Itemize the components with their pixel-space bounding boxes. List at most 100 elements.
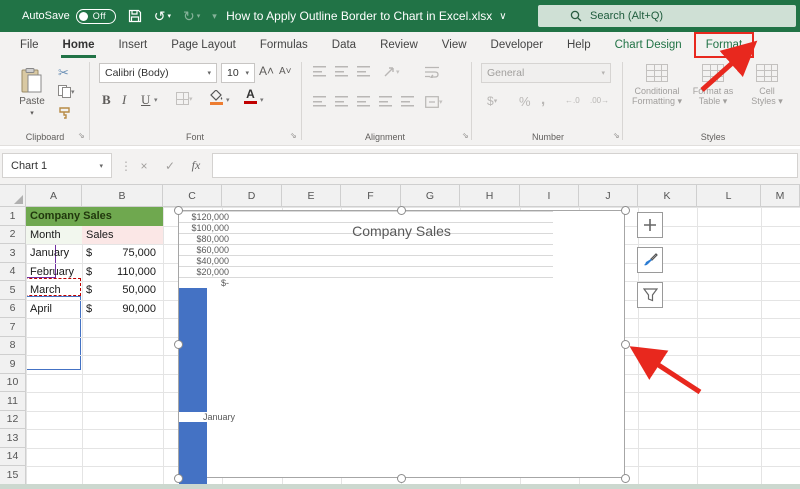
font-name-select[interactable]: Calibri (Body)▾	[99, 63, 217, 83]
cell-a1-company-sales[interactable]: Company Sales	[26, 207, 163, 226]
font-dialog-launcher[interactable]: ⇘	[290, 131, 297, 140]
italic-button[interactable]: I	[122, 92, 126, 108]
cell-sales-value[interactable]: 50,000	[100, 281, 160, 300]
chart-selection-handle[interactable]	[174, 340, 183, 349]
column-header-d[interactable]: D	[222, 185, 282, 207]
save-icon[interactable]	[128, 9, 142, 23]
cell-sales-value[interactable]: 90,000	[100, 300, 160, 319]
chart-selection-handle[interactable]	[174, 474, 183, 483]
row-header-6[interactable]: 6	[0, 300, 26, 319]
center-button[interactable]	[335, 96, 348, 107]
tab-data[interactable]: Data	[320, 32, 368, 58]
chart-filters-button[interactable]	[637, 282, 663, 308]
align-right-button[interactable]	[357, 96, 370, 107]
tab-insert[interactable]: Insert	[106, 32, 159, 58]
search-input[interactable]: Search (Alt+Q)	[538, 5, 796, 27]
formula-input[interactable]	[212, 153, 798, 178]
underline-button[interactable]: U	[141, 92, 150, 108]
chart-selection-handle[interactable]	[397, 474, 406, 483]
cell-month-april[interactable]: April	[26, 300, 82, 319]
percent-style-button[interactable]: %	[519, 94, 531, 109]
cell-currency-symbol[interactable]: $	[82, 263, 102, 282]
top-align-button[interactable]	[313, 66, 326, 77]
paste-dropdown-icon[interactable]: ▾	[30, 109, 34, 117]
bar-february[interactable]	[179, 422, 207, 489]
tab-home[interactable]: Home	[51, 32, 107, 58]
font-color-button[interactable]: A	[244, 89, 257, 104]
tab-review[interactable]: Review	[368, 32, 430, 58]
row-header-9[interactable]: 9	[0, 355, 26, 374]
tab-help[interactable]: Help	[555, 32, 603, 58]
bold-button[interactable]: B	[102, 92, 111, 108]
decrease-indent-button[interactable]	[379, 96, 392, 107]
row-header-10[interactable]: 10	[0, 374, 26, 393]
increase-indent-button[interactable]	[401, 96, 414, 107]
align-left-button[interactable]	[313, 96, 326, 107]
cell-styles-button[interactable]: CellStyles ▾	[740, 64, 794, 106]
cut-button[interactable]: ✂	[58, 65, 69, 81]
undo-button[interactable]: ↺▾	[154, 8, 171, 25]
row-header-11[interactable]: 11	[0, 392, 26, 411]
row-header-2[interactable]: 2	[0, 226, 26, 245]
cancel-button[interactable]: ×	[132, 153, 156, 178]
conditional-formatting-button[interactable]: ConditionalFormatting ▾	[630, 64, 684, 106]
alignment-dialog-launcher[interactable]: ⇘	[462, 131, 469, 140]
column-header-e[interactable]: E	[282, 185, 341, 207]
cell-sales-value[interactable]: 75,000	[100, 244, 160, 263]
comma-style-button[interactable]: ,	[541, 91, 545, 108]
number-dialog-launcher[interactable]: ⇘	[613, 131, 620, 140]
fill-color-button[interactable]	[210, 90, 223, 105]
decrease-font-size-button[interactable]: A˅	[279, 66, 292, 77]
column-header-i[interactable]: I	[520, 185, 579, 207]
font-size-select[interactable]: 10▾	[221, 63, 255, 83]
name-box[interactable]: Chart 1 ▾	[2, 153, 112, 178]
autosave-toggle[interactable]: AutoSave Off	[22, 9, 116, 24]
column-header-h[interactable]: H	[460, 185, 520, 207]
increase-decimal-button[interactable]: ←.0	[565, 96, 580, 105]
chart-selection-handle[interactable]	[621, 206, 630, 215]
cell-b2-sales-header[interactable]: Sales	[82, 226, 163, 245]
name-box-dropdown-icon[interactable]: ▾	[99, 162, 103, 170]
cell-month-february[interactable]: February	[26, 263, 82, 282]
insert-function-button[interactable]: fx	[184, 153, 208, 178]
column-header-g[interactable]: G	[401, 185, 460, 207]
column-header-f[interactable]: F	[341, 185, 401, 207]
row-header-13[interactable]: 13	[0, 429, 26, 448]
autosave-switch[interactable]: Off	[76, 9, 116, 24]
chart-title[interactable]: Company Sales	[179, 223, 624, 239]
column-header-k[interactable]: K	[638, 185, 697, 207]
number-format-select[interactable]: General▾	[481, 63, 611, 83]
format-as-table-button[interactable]: Format asTable ▾	[686, 64, 740, 106]
accounting-format-button[interactable]: $▾	[487, 94, 497, 108]
tab-formulas[interactable]: Formulas	[248, 32, 320, 58]
cell-currency-symbol[interactable]: $	[82, 300, 102, 319]
paste-button[interactable]: Paste ▾	[12, 63, 52, 121]
redo-button[interactable]: ↻▾	[183, 8, 200, 25]
column-header-a[interactable]: A	[26, 185, 82, 207]
fill-color-dropdown-icon[interactable]: ▾	[226, 96, 230, 104]
column-header-b[interactable]: B	[82, 185, 163, 207]
tab-page-layout[interactable]: Page Layout	[159, 32, 248, 58]
format-painter-button[interactable]	[58, 106, 72, 120]
row-header-8[interactable]: 8	[0, 337, 26, 356]
row-header-4[interactable]: 4	[0, 263, 26, 282]
borders-button[interactable]: ▾	[176, 92, 193, 105]
enter-button[interactable]: ✓	[158, 153, 182, 178]
underline-dropdown-icon[interactable]: ▾	[154, 96, 158, 104]
chart-selection-handle[interactable]	[397, 206, 406, 215]
column-header-m[interactable]: M	[761, 185, 800, 207]
customize-qat-icon[interactable]: ▾	[212, 11, 217, 22]
decrease-decimal-button[interactable]: .00→	[590, 96, 609, 105]
wrap-text-button[interactable]	[425, 66, 439, 78]
column-header-l[interactable]: L	[697, 185, 761, 207]
cell-currency-symbol[interactable]: $	[82, 281, 102, 300]
tab-file[interactable]: File	[8, 32, 51, 58]
cell-month-january[interactable]: January	[26, 244, 82, 263]
chart-selection-handle[interactable]	[621, 474, 630, 483]
orientation-button[interactable]: ▾	[383, 65, 400, 78]
bar-january[interactable]	[179, 288, 207, 412]
cell-currency-symbol[interactable]: $	[82, 244, 102, 263]
row-header-5[interactable]: 5	[0, 281, 26, 300]
copy-button[interactable]: ▾	[58, 85, 75, 98]
column-header-j[interactable]: J	[579, 185, 638, 207]
